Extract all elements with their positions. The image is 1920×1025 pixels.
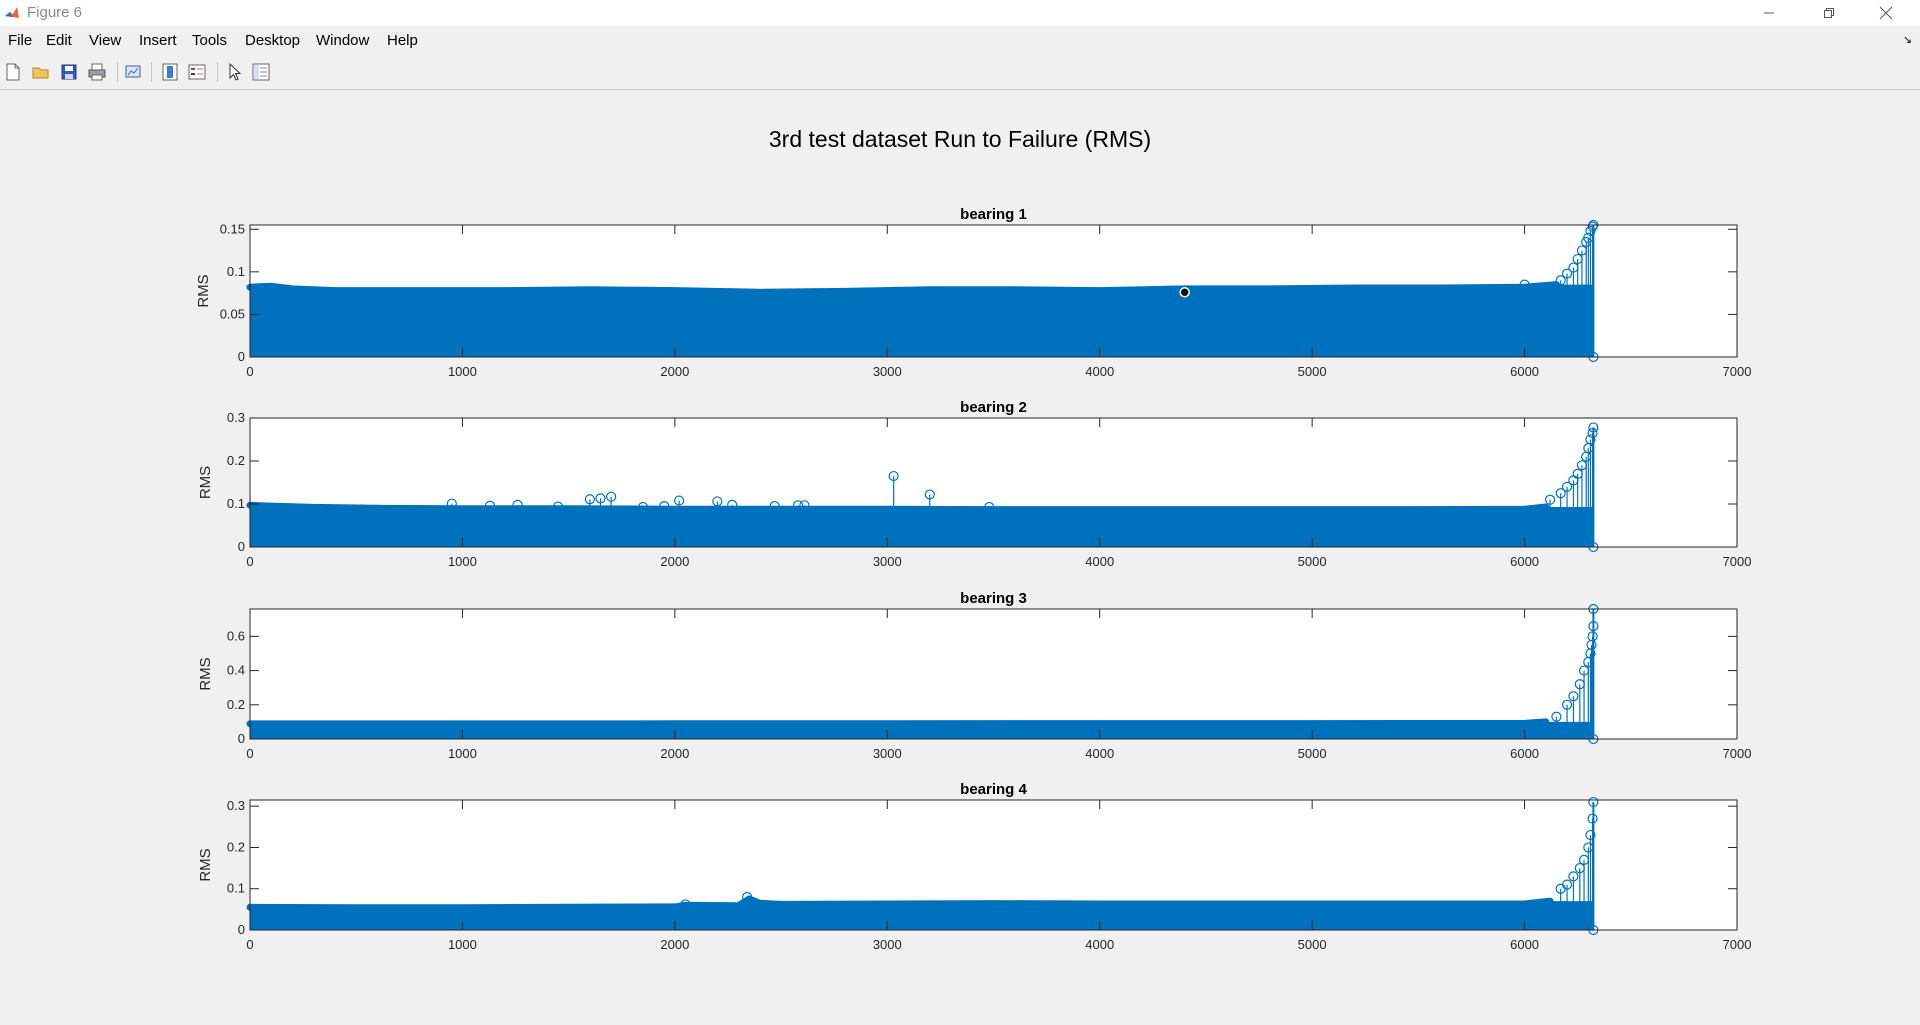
axes-background	[250, 609, 1737, 739]
x-tick-label: 6000	[1510, 746, 1539, 761]
y-tick-label: 0.2	[227, 453, 245, 468]
x-tick-label: 5000	[1298, 554, 1327, 569]
subplot-bearing-2: 0 1000 2000 3000 4000 5000 6000 7000 0 0.1 0.2 0.3 b…	[197, 399, 1751, 569]
y-axis-label: RMS	[197, 657, 214, 690]
subplot-title: bearing 1	[960, 206, 1027, 223]
y-tick-label: 0.2	[227, 697, 245, 712]
x-tick-label: 3000	[873, 364, 902, 379]
x-tick-label: 0	[246, 937, 253, 952]
y-tick-label: 0	[238, 731, 245, 746]
y-axis-label: RMS	[195, 274, 212, 307]
x-tick-label: 4000	[1085, 937, 1114, 952]
x-tick-label: 6000	[1510, 554, 1539, 569]
x-tick-label: 1000	[448, 554, 477, 569]
subplot-title: bearing 2	[960, 399, 1027, 416]
x-tick-label: 1000	[448, 937, 477, 952]
x-tick-label: 7000	[1723, 364, 1752, 379]
x-tick-label: 0	[246, 746, 253, 761]
subplot-bearing-1: 0 1000 2000 3000 4000 5000 6000 7000 0 0.05 0.1 0.1…	[195, 206, 1751, 379]
x-tick-label: 7000	[1723, 554, 1752, 569]
x-tick-label: 5000	[1298, 937, 1327, 952]
x-tick-label: 6000	[1510, 364, 1539, 379]
y-tick-label: 0.6	[227, 628, 245, 643]
datatip-marker	[1179, 287, 1190, 298]
y-tick-label: 0.2	[227, 839, 245, 854]
x-tick-label: 2000	[660, 746, 689, 761]
x-tick-label: 1000	[448, 746, 477, 761]
subplot-title: bearing 4	[960, 781, 1027, 798]
x-tick-label: 2000	[660, 364, 689, 379]
y-tick-label: 0.1	[227, 881, 245, 896]
x-tick-label: 4000	[1085, 746, 1114, 761]
x-tick-label: 0	[246, 364, 253, 379]
x-tick-label: 2000	[660, 937, 689, 952]
y-tick-label: 0.05	[220, 306, 245, 321]
y-tick-label: 0.1	[227, 264, 245, 279]
x-tick-label: 3000	[873, 937, 902, 952]
y-tick-label: 0.3	[227, 410, 245, 425]
x-tick-label: 1000	[448, 364, 477, 379]
y-tick-label: 0	[238, 349, 245, 364]
y-axis-label: RMS	[197, 848, 214, 881]
x-tick-label: 3000	[873, 746, 902, 761]
x-tick-label: 7000	[1723, 937, 1752, 952]
y-tick-label: 0.3	[227, 798, 245, 813]
x-tick-label: 2000	[660, 554, 689, 569]
y-tick-label: 0.1	[227, 496, 245, 511]
x-tick-label: 7000	[1723, 746, 1752, 761]
x-tick-label: 5000	[1298, 364, 1327, 379]
x-tick-label: 0	[246, 554, 253, 569]
x-tick-label: 4000	[1085, 554, 1114, 569]
subplots-canvas: 0 1000 2000 3000 4000 5000 6000 7000 0 0.05 0.1 0.1…	[195, 206, 1751, 952]
subplot-title: bearing 3	[960, 590, 1027, 607]
y-tick-label: 0.15	[220, 221, 245, 236]
x-tick-label: 4000	[1085, 364, 1114, 379]
y-tick-label: 0	[238, 539, 245, 554]
stem-fill	[250, 284, 1594, 357]
y-tick-label: 0.4	[227, 663, 245, 678]
x-tick-label: 3000	[873, 554, 902, 569]
subplot-bearing-4: 0 1000 2000 3000 4000 5000 6000 7000 0 0.1 0.2 0.3 b…	[197, 781, 1751, 952]
subplot-bearing-3: 0 1000 2000 3000 4000 5000 6000 7000 0 0.2 0.4 0.6 b…	[197, 590, 1751, 761]
y-tick-label: 0	[238, 922, 245, 937]
y-axis-label: RMS	[197, 466, 214, 499]
stem-marker-band	[246, 718, 1550, 728]
x-tick-label: 6000	[1510, 937, 1539, 952]
x-tick-label: 5000	[1298, 746, 1327, 761]
